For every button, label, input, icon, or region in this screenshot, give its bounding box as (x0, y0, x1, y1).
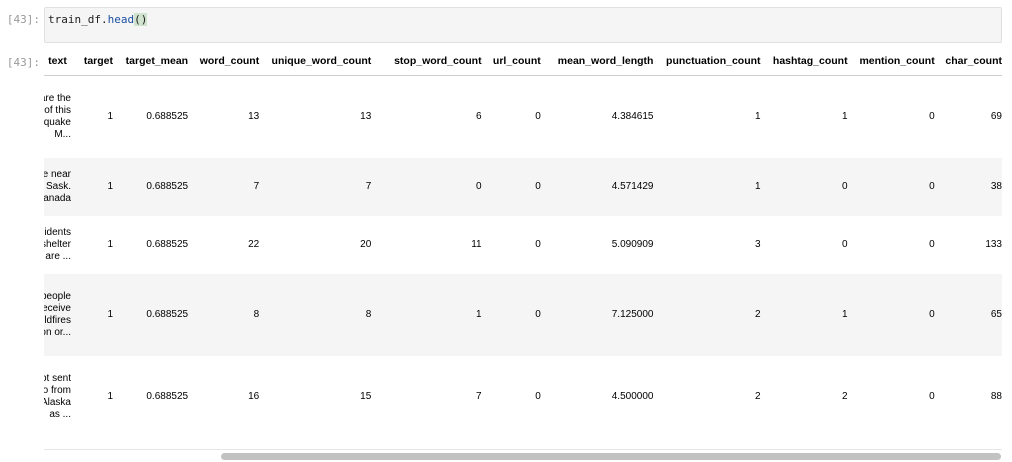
cell-url-count: 0 (481, 75, 541, 158)
cell-url-count: 0 (481, 273, 541, 356)
cell-punctuation-count: 2 (653, 355, 761, 438)
cell-target: 1 (71, 157, 114, 216)
cell-word-count: 16 (188, 355, 260, 438)
column-header-text: text (44, 47, 71, 76)
table-row: Just got sent this photo from Ruby #Alas… (44, 355, 1002, 438)
cell-char-count: 69 (934, 75, 1002, 158)
cell-char-count: 88 (934, 355, 1002, 438)
cell-text: Forest fire near La Ronge Sask. Canada (44, 157, 71, 216)
code-object: train_df. (48, 13, 108, 26)
column-header-mean-word-length: mean_word_length (540, 47, 654, 76)
cell-mean-word-length: 4.384615 (540, 75, 654, 158)
column-header-punctuation-count: punctuation_count (653, 47, 761, 76)
code-parens: () (134, 13, 148, 26)
cell-url-count: 0 (481, 215, 541, 274)
cell-mention-count: 0 (847, 273, 935, 356)
cell-hashtag-count: 2 (760, 355, 848, 438)
cell-unique-word-count: 20 (259, 215, 372, 274)
column-header-stop-word-count: stop_word_count (371, 47, 482, 76)
cell-text: Just got sent this photo from Ruby #Alas… (44, 355, 71, 438)
cell-target: 1 (71, 355, 114, 438)
header-row: text target target_mean word_count uniqu… (44, 47, 1002, 76)
cell-stop-word-count: 6 (371, 75, 482, 158)
cell-stop-word-count: 1 (371, 273, 482, 356)
column-header-word-count: word_count (188, 47, 260, 76)
column-header-target-mean: target_mean (113, 47, 189, 76)
scrollbar-thumb[interactable] (221, 453, 1001, 460)
cell-word-count: 8 (188, 273, 260, 356)
cell-word-count: 13 (188, 75, 260, 158)
cell-target-mean: 0.688525 (113, 157, 189, 216)
cell-target-mean: 0.688525 (113, 215, 189, 274)
cell-url-count: 0 (481, 157, 541, 216)
cell-punctuation-count: 3 (653, 215, 761, 274)
cell-stop-word-count: 7 (371, 355, 482, 438)
cell-target: 1 (71, 215, 114, 274)
cell-mention-count: 0 (847, 355, 935, 438)
code-cell[interactable]: train_df.head() (44, 7, 1002, 43)
input-prompt: [43]: (6, 13, 40, 26)
code-function: head (107, 13, 135, 26)
column-header-char-count: char_count (934, 47, 1002, 76)
cell-hashtag-count: 1 (760, 75, 848, 158)
cell-punctuation-count: 1 (653, 157, 761, 216)
column-header-hashtag-count: hashtag_count (760, 47, 848, 76)
table-row: Forest fire near La Ronge Sask. Canada 1… (44, 157, 1002, 216)
cell-unique-word-count: 15 (259, 355, 372, 438)
cell-word-count: 7 (188, 157, 260, 216)
cell-target-mean: 0.688525 (113, 75, 189, 158)
table-row: All residents asked to 'shelter in place… (44, 215, 1002, 274)
cell-stop-word-count: 11 (371, 215, 482, 274)
cell-char-count: 65 (934, 273, 1002, 356)
cell-mention-count: 0 (847, 215, 935, 274)
cell-target-mean: 0.688525 (113, 273, 189, 356)
dataframe-table: text target target_mean word_count uniqu… (44, 47, 1002, 438)
cell-hashtag-count: 0 (760, 215, 848, 274)
cell-unique-word-count: 8 (259, 273, 372, 356)
cell-char-count: 133 (934, 215, 1002, 274)
cell-text: Deeds are the reason of this #earthquake… (44, 75, 71, 158)
cell-unique-word-count: 13 (259, 75, 372, 158)
column-header-url-count: url_count (481, 47, 541, 76)
cell-text: 13,000 people receive #wildfires evacuat… (44, 273, 71, 356)
table-row: 13,000 people receive #wildfires evacuat… (44, 273, 1002, 356)
cell-target: 1 (71, 273, 114, 356)
cell-mean-word-length: 5.090909 (540, 215, 654, 274)
horizontal-scrollbar[interactable] (44, 449, 1002, 462)
cell-mean-word-length: 4.571429 (540, 157, 654, 216)
column-header-unique-word-count: unique_word_count (259, 47, 372, 76)
cell-target-mean: 0.688525 (113, 355, 189, 438)
column-header-mention-count: mention_count (847, 47, 935, 76)
cell-text: All residents asked to 'shelter in place… (44, 215, 71, 274)
table-row: Deeds are the reason of this #earthquake… (44, 75, 1002, 158)
cell-hashtag-count: 1 (760, 273, 848, 356)
cell-punctuation-count: 2 (653, 273, 761, 356)
cell-stop-word-count: 0 (371, 157, 482, 216)
cell-mention-count: 0 (847, 75, 935, 158)
cell-punctuation-count: 1 (653, 75, 761, 158)
cell-word-count: 22 (188, 215, 260, 274)
code-editor[interactable]: train_df.head() (48, 13, 148, 26)
cell-mean-word-length: 7.125000 (540, 273, 654, 356)
cell-mean-word-length: 4.500000 (540, 355, 654, 438)
output-prompt: [43]: (6, 56, 40, 69)
cell-char-count: 38 (934, 157, 1002, 216)
cell-target: 1 (71, 75, 114, 158)
output-area: text target target_mean word_count uniqu… (44, 47, 1002, 447)
column-header-target: target (71, 47, 114, 76)
cell-unique-word-count: 7 (259, 157, 372, 216)
cell-mention-count: 0 (847, 157, 935, 216)
cell-hashtag-count: 0 (760, 157, 848, 216)
cell-url-count: 0 (481, 355, 541, 438)
